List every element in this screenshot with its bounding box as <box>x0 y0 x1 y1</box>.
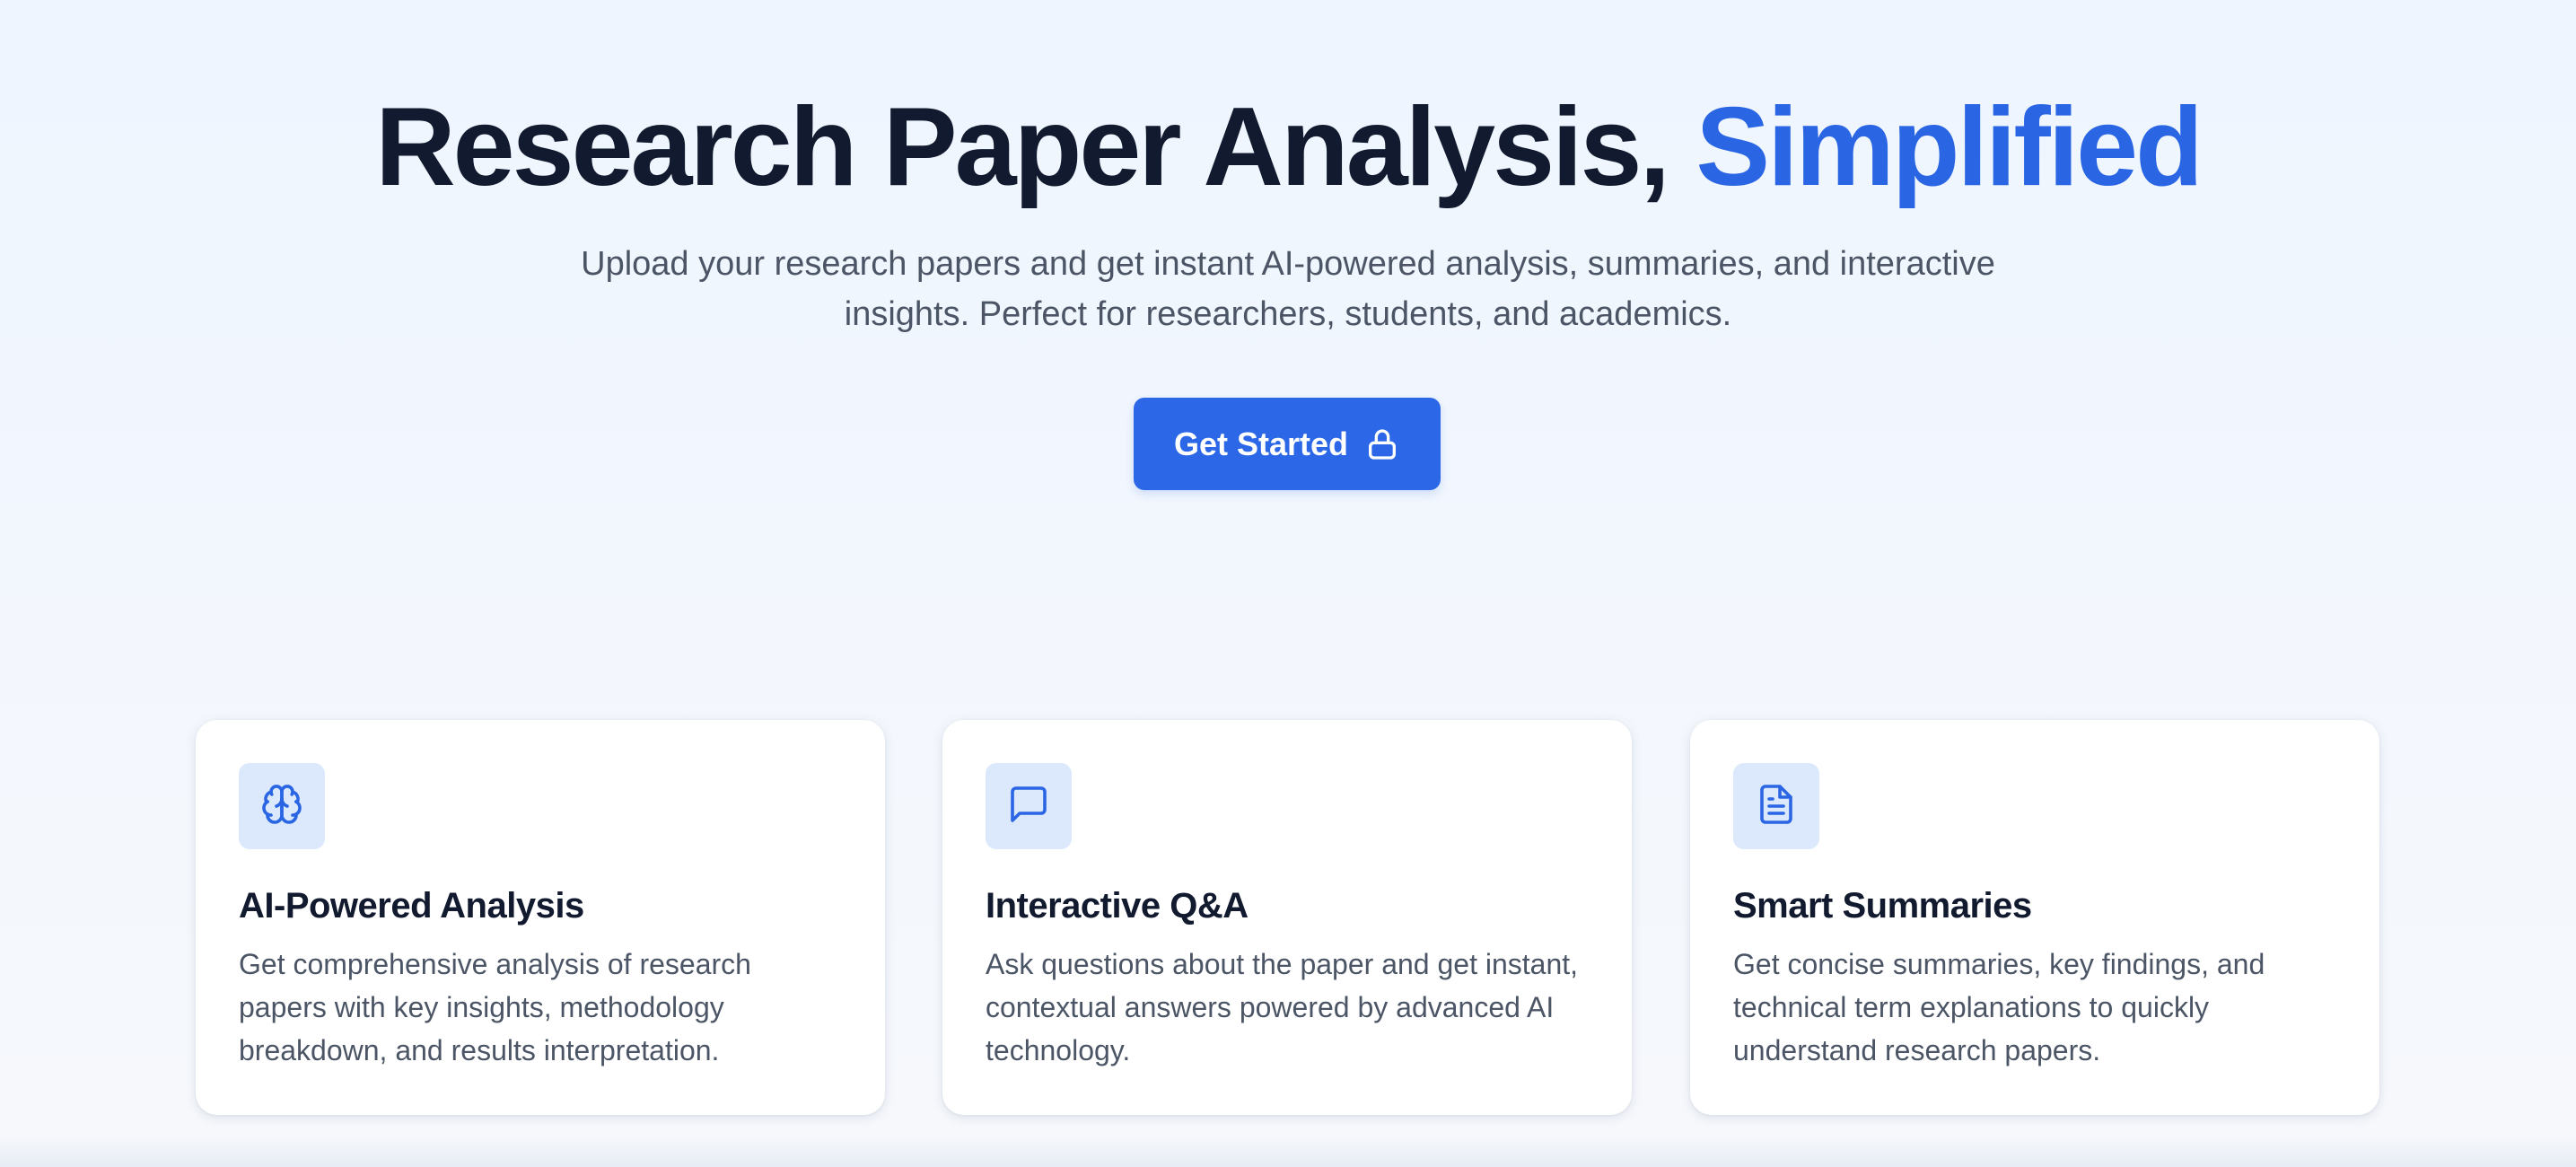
landing-page: Research Paper Analysis, Simplified Uplo… <box>0 0 2576 1167</box>
feature-card-summaries: Smart Summaries Get concise summaries, k… <box>1690 720 2379 1115</box>
section-divider-shadow <box>0 1135 2576 1167</box>
feature-description: Get concise summaries, key findings, and… <box>1733 948 2265 1066</box>
feature-title: Interactive Q&A <box>986 886 1249 926</box>
feature-icon-container <box>239 763 325 849</box>
feature-icon-container <box>1733 763 1819 849</box>
feature-title: Smart Summaries <box>1733 886 2032 926</box>
brain-icon <box>260 783 303 830</box>
message-square-icon <box>1007 783 1050 830</box>
feature-card-analysis: AI-Powered Analysis Get comprehensive an… <box>196 720 885 1115</box>
get-started-button[interactable]: Get Started <box>1134 398 1441 490</box>
feature-icon-container <box>986 763 1072 849</box>
feature-title: AI-Powered Analysis <box>239 886 584 926</box>
get-started-label: Get Started <box>1173 425 1349 462</box>
hero-title-main: Research Paper Analysis, <box>375 85 1670 209</box>
hero-title: Research Paper Analysis, Simplified <box>0 84 2576 210</box>
hero-subtitle: Upload your research papers and get inst… <box>581 245 1995 333</box>
lock-icon <box>1364 426 1400 462</box>
feature-description: Ask questions about the paper and get in… <box>986 948 1579 1066</box>
features-section: AI-Powered Analysis Get comprehensive an… <box>196 720 2379 1115</box>
feature-card-qa: Interactive Q&A Ask questions about the … <box>942 720 1632 1115</box>
feature-description: Get comprehensive analysis of research p… <box>239 948 751 1066</box>
file-text-icon <box>1755 783 1798 830</box>
hero-title-accent: Simplified <box>1695 85 2204 209</box>
